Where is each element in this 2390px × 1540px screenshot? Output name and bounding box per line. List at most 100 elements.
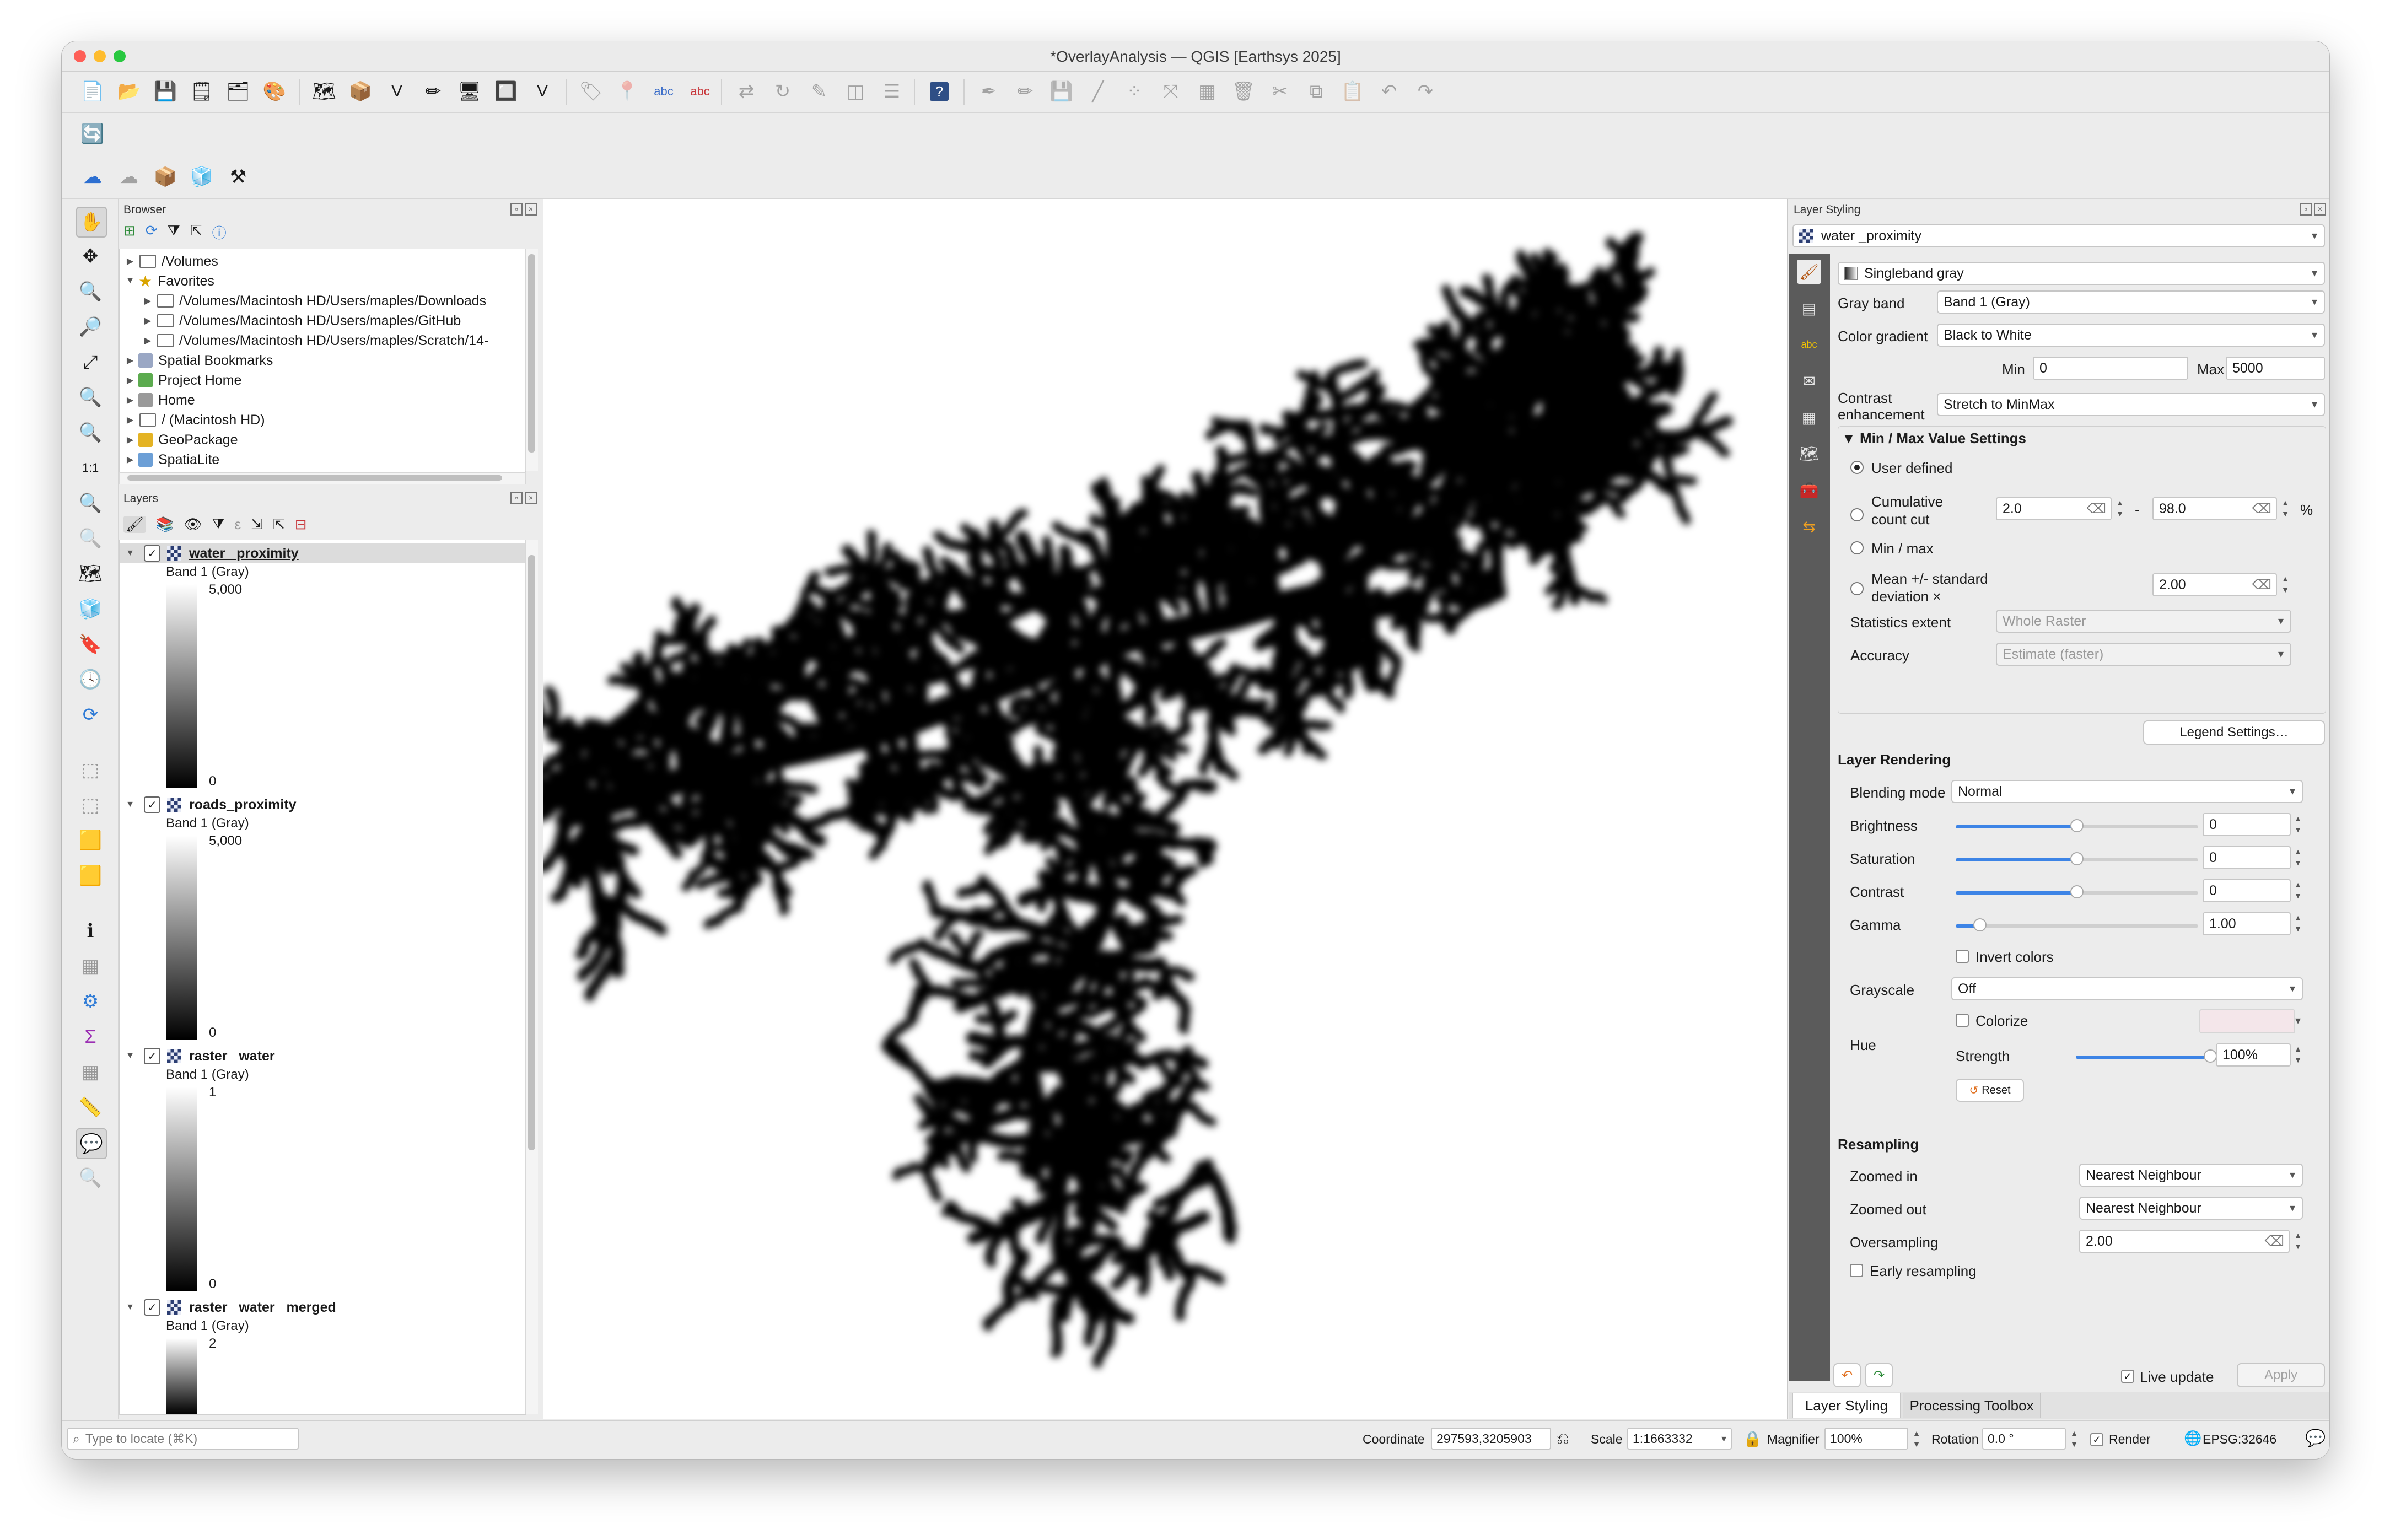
new-project-icon[interactable]: 📄 [78,77,107,106]
brightness-slider[interactable] [1956,819,2198,832]
remove-layer-icon[interactable]: ⊟ [295,516,307,533]
grayscale-combo[interactable]: Off ▾ [1951,977,2303,1000]
modify-attributes-icon[interactable]: ⤧ [1156,77,1185,106]
browser-item[interactable]: ▶ Project Home [124,370,242,390]
collapsed-triangle-icon[interactable]: ▶ [124,434,136,445]
rendering-icon[interactable]: ▦ [1797,405,1821,429]
help-icon[interactable]: ? [925,77,954,106]
add-selected-icon[interactable]: ⊞ [123,222,136,246]
cumulative-cut-radio[interactable] [1850,508,1864,521]
mean-std-radio[interactable] [1850,582,1864,595]
highlight-labels-icon[interactable]: abc [686,77,714,106]
collapsed-triangle-icon[interactable]: ▶ [124,395,136,406]
tab-processing-toolbox[interactable]: Processing Toolbox [1903,1393,2041,1418]
new-virtual-layer-icon[interactable]: 🖥 [455,77,484,106]
browser-hscrollbar[interactable] [119,472,526,484]
messages-icon[interactable]: 💬 [2305,1429,2326,1448]
expanded-triangle-icon[interactable]: ▼ [124,276,136,286]
gamma-slider[interactable] [1956,918,2198,931]
zoom-full-icon[interactable]: ⤢ [76,348,105,376]
crs-globe-icon[interactable]: 🌐 [2184,1430,2201,1447]
layer-row[interactable]: ▼ ✓ water _proximity [120,543,525,563]
refresh-icon[interactable]: ⟳ [76,701,105,729]
new-3d-view-icon[interactable]: 🧊 [76,595,105,623]
crs-label[interactable]: EPSG:32646 [2203,1432,2276,1447]
vertex-tool-icon[interactable]: ⁘ [1120,77,1149,106]
history-icon[interactable]: ⇆ [1797,514,1821,539]
close-panel-icon[interactable]: × [525,492,537,504]
min-input[interactable]: 0 [2033,357,2188,380]
browser-item[interactable]: ▶ /Volumes [124,251,218,271]
filter-legend-icon[interactable]: ⧩ [212,515,224,533]
undock-icon[interactable]: ▫ [510,203,523,216]
blending-mode-combo[interactable]: Normal ▾ [1951,780,2303,803]
redo-icon[interactable]: ↷ [1411,77,1440,106]
layout-manager-icon[interactable]: 🗂 [224,77,252,106]
collapse-all-icon[interactable]: ⇱ [273,516,285,533]
statistics-sigma-icon[interactable]: Σ [76,1022,105,1051]
close-panel-icon[interactable]: × [2314,203,2326,216]
rotate-label-icon[interactable]: ↻ [768,77,797,106]
tab-layer-styling[interactable]: Layer Styling [1792,1393,1901,1418]
chevron-down-icon[interactable]: ▾ [2295,1014,2301,1027]
layer-row[interactable]: ▼ ✓ raster _water _merged [120,1297,525,1317]
yellow-cube-icon[interactable]: 📦 [151,163,180,191]
lock-scale-icon[interactable]: 🔒 [1743,1430,1762,1448]
manage-visibility-eye-icon[interactable]: 👁 [184,516,202,533]
label-abc-icon[interactable]: abc [649,77,678,106]
style-layer-brush-icon[interactable]: 🖌 [123,515,147,533]
browser-item[interactable]: ▶ GeoPackage [124,430,238,450]
contrast-input[interactable]: 0 [2203,879,2291,902]
copy-features-icon[interactable]: ⧉ [1302,77,1331,106]
early-resampling-checkbox[interactable] [1850,1264,1863,1277]
undo-style-icon[interactable]: ↶ [1833,1363,1861,1387]
browser-item[interactable]: ▶ /Volumes/Macintosh HD/Users/maples/Down… [142,291,486,311]
colorize-color-button[interactable] [2199,1009,2295,1033]
layer-select-combo[interactable]: water _proximity ▾ [1792,224,2325,247]
zoom-native-icon[interactable]: 1:1 [76,454,105,482]
expanded-triangle-icon[interactable]: ▼ [124,1051,136,1061]
collapse-all-icon[interactable]: ⇱ [190,222,202,246]
contrast-spinner[interactable]: ▲ ▼ [2292,879,2304,902]
pyramids-icon[interactable]: 🗺 [1797,441,1821,466]
collapsed-triangle-icon[interactable]: ▶ [124,375,136,386]
save-edits-icon[interactable]: 💾 [1047,77,1076,106]
new-geopackage-icon[interactable]: 📦 [346,77,375,106]
reset-button[interactable]: ↺ Reset [1956,1079,2024,1102]
user-defined-radio[interactable] [1850,461,1864,474]
expanded-triangle-icon[interactable]: ▼ [124,1302,136,1312]
edit-table-icon[interactable]: ▦ [1193,77,1221,106]
renderer-type-combo[interactable]: Singleband gray ▾ [1838,262,2325,285]
collapsed-triangle-icon[interactable]: ▶ [124,355,136,366]
pan-to-selection-icon[interactable]: ✥ [76,242,105,271]
new-temporary-layer-icon[interactable]: ✏ [419,77,448,106]
select-location-icon[interactable]: 🟨 [76,861,105,890]
rotation-spinner[interactable]: ▲ ▼ [2068,1428,2080,1450]
attribute-table-icon[interactable]: ▦ [76,952,105,981]
digitize-line-icon[interactable]: ╱ [1084,77,1112,106]
layers-scrollbar[interactable] [525,540,538,1414]
open-project-icon[interactable]: 📂 [115,77,143,106]
zoomed-in-combo[interactable]: Nearest Neighbour ▾ [2079,1164,2303,1187]
oversampling-input[interactable]: 2.00 ⌫ [2079,1230,2290,1253]
gamma-input[interactable]: 1.00 [2203,912,2291,935]
collapsed-triangle-icon[interactable]: ▶ [142,335,154,346]
browser-item[interactable]: ▶ Home [124,390,195,410]
zoom-in-icon[interactable]: 🔍 [76,277,105,306]
browser-item[interactable]: ▶ SpatiaLite [124,450,219,470]
live-update-checkbox[interactable]: ✓ [2121,1370,2134,1383]
new-shapefile-icon[interactable]: V [383,77,411,106]
add-group-icon[interactable]: 📚 [156,516,174,533]
min-max-radio[interactable] [1850,541,1864,554]
cloud-icon[interactable]: ☁ [78,163,107,191]
render-checkbox[interactable]: ✓ [2090,1433,2103,1446]
collapsed-triangle-icon[interactable]: ▶ [124,454,136,465]
clear-field-icon[interactable]: ⌫ [2252,577,2271,593]
transparency-icon[interactable]: ▤ [1797,296,1821,320]
zoomed-out-combo[interactable]: Nearest Neighbour ▾ [2079,1197,2303,1220]
filter-browser-icon[interactable]: ⧩ [168,222,180,246]
browser-item[interactable]: ▶ Spatial Bookmarks [124,351,273,370]
zoom-layer-icon[interactable]: 🔍 [76,418,105,447]
field-calculator-icon[interactable]: ▦ [76,1058,105,1086]
change-label-icon[interactable]: ✎ [805,77,833,106]
